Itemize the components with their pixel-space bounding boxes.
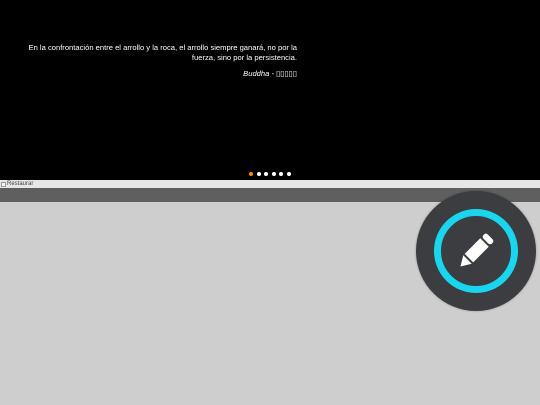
restore-strip [0,180,540,188]
slider-dot-5[interactable] [279,172,283,176]
pencil-icon [460,233,494,267]
quote-slider: En la confrontación entre el arrollo y l… [0,0,540,180]
slider-dot-2[interactable] [256,172,261,176]
edit-button[interactable] [416,191,536,311]
restore-alt-text: Restaurar [7,181,34,187]
slider-dot-1[interactable] [249,172,253,176]
slider-pagination [249,172,291,176]
edit-ring [434,209,518,293]
broken-image-icon [1,181,6,187]
slider-dot-4[interactable] [271,172,276,176]
slider-dot-6[interactable] [286,172,291,176]
quote-author: Buddha - ▯▯▯▯▯ [243,69,297,79]
quote-text: En la confrontación entre el arrollo y l… [28,43,297,62]
slider-dot-3[interactable] [264,172,268,176]
restore-image[interactable]: Restaurar [1,180,33,188]
quote-block: En la confrontación entre el arrollo y l… [20,43,297,79]
